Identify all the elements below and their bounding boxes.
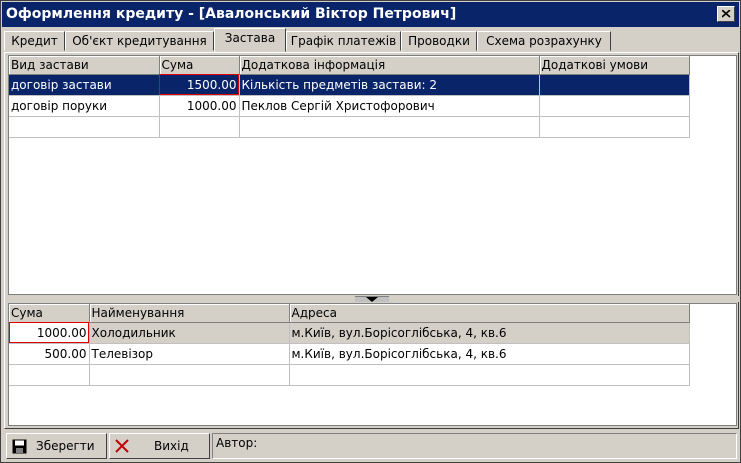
header-row: Сума Найменування Адреса	[9, 304, 690, 323]
tab-label: Проводки	[408, 34, 470, 48]
tab-postings[interactable]: Проводки	[401, 31, 477, 51]
save-label: Зберегти	[36, 439, 95, 453]
tab-label: Схема розрахунку	[486, 34, 602, 48]
exit-label: Вихід	[154, 439, 189, 453]
exit-button[interactable]: Вихід	[109, 433, 210, 459]
column-header-type[interactable]: Вид застави	[9, 56, 160, 75]
cell-address[interactable]: м.Київ, вул.Борісоглібська, 4, кв.6	[289, 343, 690, 365]
collateral-table: Вид застави Сума Додаткова інформація До…	[9, 56, 690, 138]
collateral-panel: Вид застави Сума Додаткова інформація До…	[4, 52, 739, 429]
column-header-info[interactable]: Додаткова інформація	[239, 56, 540, 75]
column-header-name[interactable]: Найменування	[89, 304, 290, 323]
table-row-empty[interactable]	[9, 364, 690, 386]
close-x-icon	[115, 439, 129, 453]
cell-type[interactable]: договір застави	[9, 74, 160, 96]
tab-label: Кредит	[11, 34, 58, 48]
table-row[interactable]: договір поруки 1000.00 Пеклов Сергій Хри…	[9, 95, 690, 117]
cell-name[interactable]: Телевізор	[89, 343, 290, 365]
table-row[interactable]: договір застави 1500.00 Кількість предме…	[9, 74, 690, 96]
items-table: Сума Найменування Адреса 1000.00 Холодил…	[9, 304, 690, 386]
title-bar: Оформлення кредиту - [Авалонський Віктор…	[2, 2, 739, 27]
tab-collateral[interactable]: Застава	[214, 28, 286, 52]
cell-terms[interactable]	[539, 95, 690, 117]
table-row-empty[interactable]	[9, 116, 690, 138]
close-button[interactable]	[717, 6, 735, 22]
cell-type[interactable]: договір поруки	[9, 95, 160, 117]
triangle-down-icon	[366, 297, 378, 302]
cell-amount[interactable]: 1000.00	[9, 322, 90, 344]
app-window: Оформлення кредиту - [Авалонський Віктор…	[0, 0, 741, 463]
collateral-items-grid[interactable]: Сума Найменування Адреса 1000.00 Холодил…	[8, 303, 737, 426]
cell-info[interactable]: Кількість предметів застави: 2	[239, 74, 540, 96]
cell-info[interactable]: Пеклов Сергій Христофорович	[239, 95, 540, 117]
author-label: Автор:	[216, 436, 258, 450]
tab-label: Застава	[224, 31, 276, 45]
close-icon	[722, 10, 731, 18]
cell-amount[interactable]: 1000.00	[159, 95, 240, 117]
author-field: Автор:	[212, 433, 737, 459]
tab-credit[interactable]: Кредит	[4, 31, 65, 51]
column-header-terms[interactable]: Додаткові умови	[539, 56, 690, 75]
cell-address[interactable]: м.Київ, вул.Борісоглібська, 4, кв.6	[289, 322, 690, 344]
tab-calculation-scheme[interactable]: Схема розрахунку	[477, 31, 611, 51]
grid-splitter[interactable]	[8, 296, 739, 302]
table-row[interactable]: 500.00 Телевізор м.Київ, вул.Борісоглібс…	[9, 343, 690, 365]
tab-payment-schedule[interactable]: Графік платежів	[286, 31, 401, 51]
cell-name[interactable]: Холодильник	[89, 322, 290, 344]
column-header-amount[interactable]: Сума	[9, 304, 90, 323]
status-bar: Зберегти Вихід Автор:	[4, 433, 739, 460]
table-row[interactable]: 1000.00 Холодильник м.Київ, вул.Борісогл…	[9, 322, 690, 344]
cell-amount[interactable]: 1500.00	[159, 74, 240, 96]
tab-credit-object[interactable]: Об'єкт кредитування	[65, 31, 214, 51]
window-title: Оформлення кредиту - [Авалонський Віктор…	[6, 6, 457, 22]
save-button[interactable]: Зберегти	[6, 433, 107, 459]
splitter-handle[interactable]	[355, 296, 389, 302]
tab-label: Об'єкт кредитування	[72, 34, 207, 48]
header-row: Вид застави Сума Додаткова інформація До…	[9, 56, 690, 75]
floppy-disk-icon	[12, 439, 27, 454]
cell-terms[interactable]	[539, 74, 690, 96]
tab-label: Графік платежів	[290, 34, 397, 48]
cell-amount[interactable]: 500.00	[9, 343, 90, 365]
column-header-amount[interactable]: Сума	[159, 56, 240, 75]
tab-strip: Кредит Об'єкт кредитування Застава Графі…	[4, 28, 739, 52]
collateral-grid[interactable]: Вид застави Сума Додаткова інформація До…	[8, 55, 737, 295]
column-header-address[interactable]: Адреса	[289, 304, 690, 323]
